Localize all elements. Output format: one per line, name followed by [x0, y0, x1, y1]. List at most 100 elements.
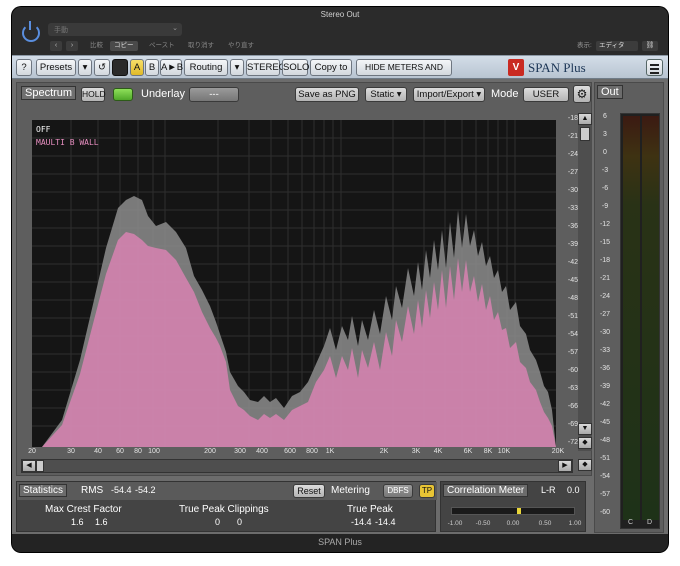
db-scale: -18 -21 -24 -27 -30 -33 -36 -39 -42 -45 … — [558, 115, 578, 447]
hold-button[interactable]: HOLD — [81, 87, 106, 102]
scroll-up-icon[interactable]: ▲ — [578, 113, 592, 125]
freq-tick: 20 — [28, 448, 36, 455]
stereo-button[interactable]: STEREO — [246, 59, 286, 76]
paste-button[interactable]: ペースト — [145, 41, 179, 51]
db-tick: -42 — [567, 259, 578, 266]
out-tick: -27 — [599, 311, 611, 318]
legend-off[interactable]: OFF — [36, 125, 50, 134]
preset-menu-arrow[interactable]: ▾ — [78, 59, 92, 76]
undo-slot-button[interactable] — [112, 59, 128, 76]
compare-button[interactable]: 比較 — [86, 41, 107, 51]
correlation-tick: -1.00 — [447, 520, 463, 527]
correlation-tick: 0.50 — [538, 520, 552, 527]
out-tick: 3 — [603, 131, 607, 138]
rms-left: -54.4 — [111, 485, 132, 495]
host-preset-value: 手動 — [54, 27, 68, 34]
hide-meters-button[interactable]: HIDE METERS AND STATS — [356, 59, 452, 87]
tp-button[interactable]: TP — [419, 484, 435, 498]
freq-tick: 8K — [483, 448, 493, 455]
crest-right: 1.6 — [95, 517, 108, 527]
out-tab[interactable]: Out — [597, 85, 623, 99]
power-icon[interactable] — [22, 21, 40, 42]
freq-tick: 400 — [256, 448, 268, 455]
freq-scale: 20 30 40 60 80 100 200 300 400 600 800 1… — [28, 448, 572, 458]
correlation-tick: -0.50 — [475, 520, 491, 527]
correlation-tick: 0.00 — [506, 520, 520, 527]
help-button[interactable]: ? — [16, 59, 32, 76]
true-peak-label: True Peak — [347, 504, 393, 515]
product-name: SPAN Plus — [528, 60, 586, 75]
out-tick: -57 — [599, 491, 611, 498]
reset-button[interactable]: Reset — [293, 484, 325, 498]
spectrum-tab[interactable]: Spectrum — [21, 86, 77, 100]
true-peak-right: -14.4 — [375, 517, 396, 527]
redo-button[interactable]: やり直す — [224, 41, 258, 51]
solo-button[interactable]: SOLO — [282, 59, 309, 76]
freq-tick: 30 — [67, 448, 75, 455]
static-select[interactable]: Static ▾ — [365, 87, 407, 102]
presets-button[interactable]: Presets — [36, 59, 76, 76]
import-export-select[interactable]: Import/Export ▾ — [413, 87, 485, 102]
scroll-down-icon[interactable]: ▼ — [578, 423, 592, 435]
a-to-b-button[interactable]: A►B — [160, 59, 183, 76]
vertical-scrollbar[interactable]: ▲ ▼ ◆ — [578, 113, 592, 451]
routing-menu-arrow[interactable]: ▾ — [230, 59, 244, 76]
out-tick: -6 — [601, 185, 609, 192]
scroll-right-icon[interactable]: ▶ — [558, 460, 572, 472]
zoom-fit-h-icon[interactable]: ◆ — [578, 459, 592, 471]
menu-icon[interactable] — [646, 59, 663, 76]
b-button[interactable]: B — [145, 59, 159, 76]
prev-preset-button[interactable]: ‹ — [50, 41, 62, 51]
db-tick: -30 — [567, 187, 578, 194]
link-icon[interactable]: ⛓ — [642, 41, 658, 51]
a-button[interactable]: A — [130, 59, 144, 76]
underlay-select[interactable]: --- — [189, 87, 239, 102]
vertical-scroll-thumb[interactable] — [580, 127, 590, 141]
db-tick: -72 — [567, 439, 578, 446]
db-tick: -33 — [567, 205, 578, 212]
zoom-fit-icon[interactable]: ◆ — [578, 437, 592, 449]
correlation-tab[interactable]: Correlation Meter — [443, 484, 529, 497]
db-tick: -48 — [567, 295, 578, 302]
routing-button[interactable]: Routing — [184, 59, 228, 76]
dbfs-button[interactable]: DBFS — [383, 484, 413, 498]
copy-button[interactable]: コピー — [110, 41, 138, 51]
out-meter-panel: Out 6 3 0 -3 -6 -9 -12 -15 -18 -21 -24 -… — [594, 82, 664, 533]
out-channel-right — [642, 116, 659, 520]
correlation-bar — [451, 507, 575, 515]
freq-tick: 1K — [325, 448, 335, 455]
metering-label: Metering — [331, 485, 370, 496]
freq-tick: 300 — [234, 448, 246, 455]
out-tick: -21 — [599, 275, 611, 282]
gear-icon[interactable]: ⚙ — [573, 85, 591, 103]
scroll-left-icon[interactable]: ◀ — [22, 460, 36, 472]
undo-button[interactable]: 取り消す — [184, 41, 218, 51]
freq-tick: 60 — [116, 448, 124, 455]
spectrum-panel: Spectrum HOLD Underlay --- Save as PNG S… — [16, 82, 592, 476]
out-tick: -51 — [599, 455, 611, 462]
copy-to-button[interactable]: Copy to — [310, 59, 352, 76]
next-preset-button[interactable]: › — [66, 41, 78, 51]
statistics-tab[interactable]: Statistics — [19, 484, 68, 497]
legend-trace[interactable]: MAULTI B WALL — [36, 138, 99, 147]
db-tick: -18 — [567, 115, 578, 122]
display-select[interactable]: エディタ — [596, 41, 638, 51]
horizontal-scroll-thumb[interactable] — [36, 460, 44, 472]
out-channel-left — [623, 116, 640, 520]
out-tick: -18 — [599, 257, 611, 264]
spectrum-plot[interactable]: OFF MAULTI B WALL — [32, 120, 556, 447]
horizontal-scrollbar[interactable]: ◀ ▶ — [21, 459, 573, 473]
crest-label: Max Crest Factor — [45, 504, 122, 515]
out-tick: -36 — [599, 365, 611, 372]
mode-select[interactable]: USER — [523, 87, 569, 102]
rms-right: -54.2 — [135, 485, 156, 495]
save-png-button[interactable]: Save as PNG — [295, 87, 359, 102]
db-tick: -45 — [567, 277, 578, 284]
db-tick: -21 — [567, 133, 578, 140]
freq-tick: 80 — [134, 448, 142, 455]
hold-led[interactable] — [113, 88, 133, 101]
host-preset-select[interactable]: 手動 ⌄ — [48, 23, 182, 36]
correlation-mode[interactable]: L-R — [541, 485, 556, 495]
out-tick: -9 — [601, 203, 609, 210]
reset-icon[interactable]: ↺ — [94, 59, 110, 76]
